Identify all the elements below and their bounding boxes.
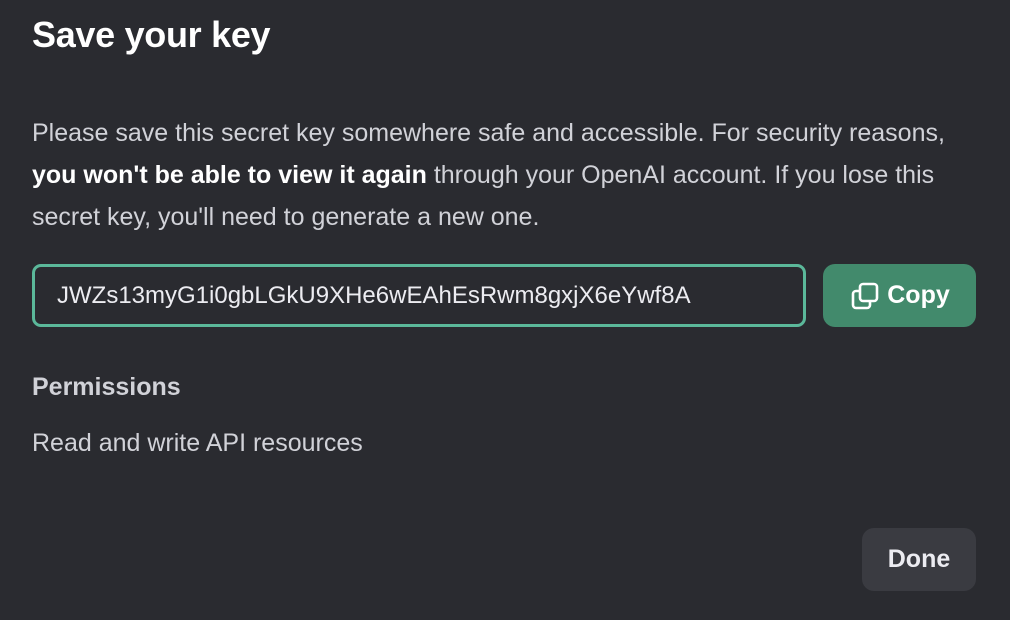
secret-key-field[interactable] [32,264,806,327]
description-emphasis: you won't be able to view it again [32,161,427,189]
done-button[interactable]: Done [862,528,976,591]
save-key-dialog: Save your key Please save this secret ke… [0,0,1010,620]
copy-icon [849,280,881,312]
copy-button-label: Copy [887,281,950,309]
permissions-value: Read and write API resources [32,429,363,457]
copy-button[interactable]: Copy [823,264,976,327]
permissions-heading: Permissions [32,373,181,401]
dialog-description: Please save this secret key somewhere sa… [32,112,972,238]
description-text-start: Please save this secret key somewhere sa… [32,119,945,147]
dialog-title: Save your key [32,14,271,55]
